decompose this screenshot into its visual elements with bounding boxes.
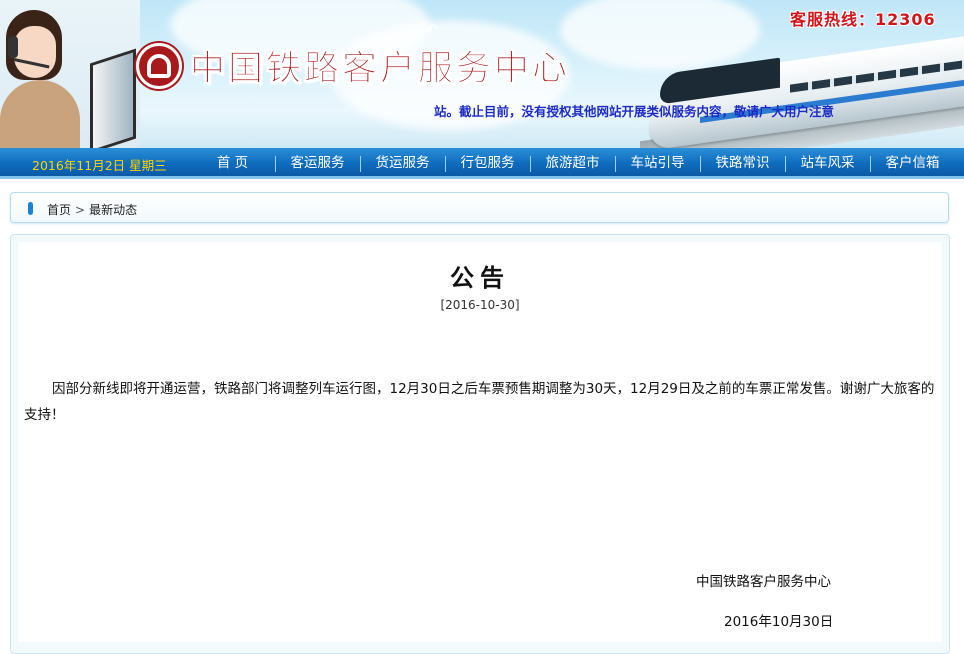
nav-item-customer-mailbox[interactable]: 客户信箱 — [870, 148, 955, 179]
current-date: 2016年11月2日 星期三 — [32, 158, 167, 173]
breadcrumb-marker-icon — [28, 202, 33, 215]
article-date: [2016-10-30] — [440, 298, 520, 312]
header-banner: 中国铁路客户服务中心 ↶ 客服热线：12306 站。截止目前，没有授权其他网站开… — [0, 0, 964, 148]
article-title: 公告 — [450, 264, 510, 292]
railway-logo — [136, 43, 182, 89]
main-nav: 2016年11月2日 星期三 首 页 客运服务 货运服务 行包服务 旅游超市 车… — [0, 148, 964, 179]
breadcrumb-separator: > — [75, 203, 86, 217]
hotline-text: 客服热线：12306 — [790, 10, 936, 29]
bird-icon: ↶ — [426, 22, 438, 38]
article-signature: 中国铁路客户服务中心 — [696, 574, 831, 590]
nav-item-travel-market[interactable]: 旅游超市 — [530, 148, 615, 179]
site-title: 中国铁路客户服务中心 — [190, 48, 571, 90]
breadcrumb-trail: 首页 > 最新动态 — [47, 201, 141, 218]
nav-item-freight-service[interactable]: 货运服务 — [360, 148, 445, 179]
nav-item-parcel-service[interactable]: 行包服务 — [445, 148, 530, 179]
nav-item-station-guide[interactable]: 车站引导 — [615, 148, 700, 179]
article-sign-date: 2016年10月30日 — [724, 614, 834, 630]
nav-item-railway-knowledge[interactable]: 铁路常识 — [700, 148, 785, 179]
marquee-notice[interactable]: 站。截止目前，没有授权其他网站开展类似服务内容，敬请广大用户注意 — [434, 101, 834, 120]
breadcrumb-home-link[interactable]: 首页 — [47, 203, 71, 217]
nav-item-passenger-service[interactable]: 客运服务 — [275, 148, 360, 179]
article-panel: 公告 [2016-10-30] 因部分新线即将开通运营，铁路部门将调整列车运行图… — [18, 242, 942, 642]
nav-item-home[interactable]: 首 页 — [190, 148, 275, 179]
breadcrumb: 首页 > 最新动态 — [10, 192, 949, 223]
cloud-decoration — [560, 0, 760, 70]
nav-menu: 首 页 客运服务 货运服务 行包服务 旅游超市 车站引导 铁路常识 站车风采 客… — [190, 148, 955, 179]
nav-item-station-showcase[interactable]: 站车风采 — [785, 148, 870, 179]
breadcrumb-current[interactable]: 最新动态 — [89, 203, 137, 217]
article-body: 因部分新线即将开通运营，铁路部门将调整列车运行图，12月30日之后车票预售期调整… — [24, 381, 935, 423]
operator-illustration — [0, 0, 140, 148]
